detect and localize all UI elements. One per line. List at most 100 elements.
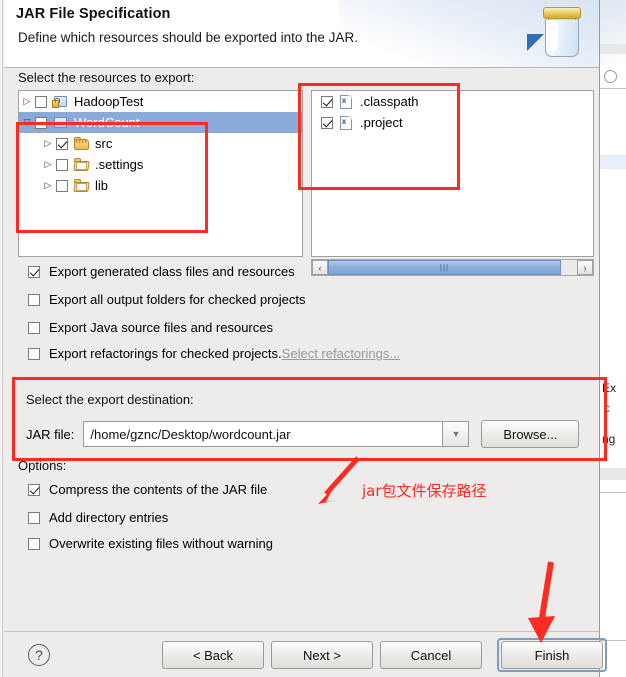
expand-arrow-icon[interactable]: ▷ — [19, 97, 35, 106]
background-text-fragment: c — [604, 401, 610, 415]
option-checkbox[interactable] — [28, 483, 40, 496]
project-open-icon — [52, 115, 70, 130]
background-text-fragment: ng — [602, 432, 616, 446]
file-item-label: .classpath — [360, 94, 419, 109]
file-item-project[interactable]: x .project — [312, 112, 593, 133]
scroll-right-button[interactable]: › — [577, 260, 593, 275]
file-list-horizontal-scrollbar[interactable]: ‹ ||| › — [311, 259, 594, 276]
tree-item-settings[interactable]: ▷ .settings — [19, 154, 302, 175]
file-checkbox[interactable] — [321, 116, 333, 129]
option-checkbox[interactable] — [28, 347, 40, 360]
tree-checkbox[interactable] — [56, 179, 68, 192]
background-text-fragment: Ex — [602, 381, 617, 395]
tree-item-lib[interactable]: ▷ lib — [19, 175, 302, 196]
cancel-button[interactable]: Cancel — [380, 641, 482, 669]
option-label: Add directory entries — [49, 510, 169, 525]
tree-item-label: WordCount — [74, 115, 140, 130]
expand-arrow-icon[interactable]: ▷ — [40, 139, 56, 148]
next-button[interactable]: Next > — [271, 641, 373, 669]
options-label: Options: — [18, 458, 67, 473]
file-checkbox[interactable] — [321, 95, 333, 108]
option-compress-contents[interactable]: Compress the contents of the JAR file — [28, 482, 267, 497]
tree-checkbox[interactable] — [35, 116, 47, 129]
tree-checkbox[interactable] — [35, 95, 47, 108]
option-export-refactorings[interactable]: Export refactorings for checked projects… — [28, 346, 400, 361]
tree-item-label: .settings — [95, 157, 144, 172]
xml-file-icon: x — [338, 94, 356, 109]
option-add-directory-entries[interactable]: Add directory entries — [28, 510, 168, 525]
collapse-arrow-icon[interactable]: ▽ — [19, 118, 35, 127]
background-band — [598, 468, 626, 480]
option-label: Export refactorings for checked projects… — [49, 346, 282, 361]
option-checkbox[interactable] — [28, 537, 40, 550]
background-selected-row — [598, 155, 626, 169]
option-label: Overwrite existing files without warning — [49, 536, 273, 551]
option-overwrite-existing-files[interactable]: Overwrite existing files without warning — [28, 536, 273, 551]
tree-item-wordcount[interactable]: ▽ WordCount — [19, 112, 302, 133]
option-checkbox[interactable] — [28, 293, 40, 306]
tree-checkbox[interactable] — [56, 137, 68, 150]
background-divider — [598, 88, 626, 89]
browse-button[interactable]: Browse... — [481, 420, 580, 448]
page-title: JAR File Specification — [16, 6, 171, 22]
chevron-down-icon[interactable]: ▼ — [443, 421, 470, 447]
tree-checkbox[interactable] — [56, 158, 68, 171]
page-subtitle: Define which resources should be exporte… — [18, 30, 358, 45]
background-divider — [598, 640, 626, 641]
select-refactorings-link[interactable]: Select refactorings... — [282, 346, 401, 361]
background-toolbar-band — [598, 44, 626, 54]
jar-highlight — [550, 21, 558, 51]
option-label: Export Java source files and resources — [49, 320, 273, 335]
expand-arrow-icon[interactable]: ▷ — [40, 181, 56, 190]
option-label: Export all output folders for checked pr… — [49, 292, 306, 307]
option-checkbox[interactable] — [28, 321, 40, 334]
jar-file-row: JAR file: /home/gznc/Desktop/wordcount.j… — [26, 420, 580, 448]
scrollbar-track[interactable]: ||| — [328, 260, 577, 275]
folder-icon — [73, 178, 91, 193]
background-divider — [598, 492, 626, 493]
file-item-classpath[interactable]: x .classpath — [312, 91, 593, 112]
background-banner — [598, 0, 626, 64]
tree-item-hadooptest[interactable]: ▷ HadoopTest — [19, 91, 302, 112]
option-label: Export generated class files and resourc… — [49, 264, 295, 279]
scroll-left-button[interactable]: ‹ — [312, 260, 328, 275]
dialog-footer: ? < Back Next > Cancel Finish — [4, 631, 607, 677]
screen-root: Ex c ng JAR File Specification Define wh… — [0, 0, 626, 677]
annotation-note-text: jar包文件保存路径 — [362, 482, 487, 500]
option-export-all-output-folders[interactable]: Export all output folders for checked pr… — [28, 292, 306, 307]
xml-file-icon: x — [338, 115, 356, 130]
option-checkbox[interactable] — [28, 265, 40, 278]
back-button[interactable]: < Back — [162, 641, 264, 669]
dialog-body: Select the resources to export: ▷ Hadoop… — [4, 68, 599, 631]
dialog-left-edge — [0, 0, 3, 677]
background-ide-window: Ex c ng — [598, 0, 626, 677]
destination-label: Select the export destination: — [26, 392, 194, 407]
project-locked-icon — [52, 94, 70, 109]
jar-export-dialog: JAR File Specification Define which reso… — [0, 0, 607, 677]
option-label: Compress the contents of the JAR file — [49, 482, 268, 497]
finish-button[interactable]: Finish — [501, 641, 603, 669]
scrollbar-thumb[interactable]: ||| — [328, 260, 561, 275]
tree-item-label: lib — [95, 178, 109, 193]
dialog-header: JAR File Specification Define which reso… — [4, 0, 599, 68]
jar-lid — [543, 7, 581, 19]
resource-tree[interactable]: ▷ HadoopTest ▽ WordCount ▷ src ▷ .settin… — [18, 90, 303, 257]
jar-icon — [527, 2, 587, 62]
folder-icon — [73, 157, 91, 172]
jar-file-label: JAR file: — [26, 426, 75, 442]
tree-item-src[interactable]: ▷ src — [19, 133, 302, 154]
blue-triangle-icon — [527, 34, 544, 51]
option-export-generated-class-files[interactable]: Export generated class files and resourc… — [28, 264, 295, 279]
expand-arrow-icon[interactable]: ▷ — [40, 160, 56, 169]
resource-file-list[interactable]: x .classpath x .project — [311, 90, 594, 257]
tree-item-label: src — [95, 136, 113, 151]
package-folder-icon — [73, 136, 91, 151]
background-search-icon — [604, 70, 617, 83]
help-icon[interactable]: ? — [28, 644, 50, 666]
jar-file-input[interactable]: /home/gznc/Desktop/wordcount.jar — [83, 421, 444, 447]
option-checkbox[interactable] — [28, 511, 40, 524]
resources-label: Select the resources to export: — [18, 70, 195, 85]
tree-item-label: HadoopTest — [74, 94, 144, 109]
option-export-java-source-files[interactable]: Export Java source files and resources — [28, 320, 273, 335]
file-item-label: .project — [360, 115, 403, 130]
